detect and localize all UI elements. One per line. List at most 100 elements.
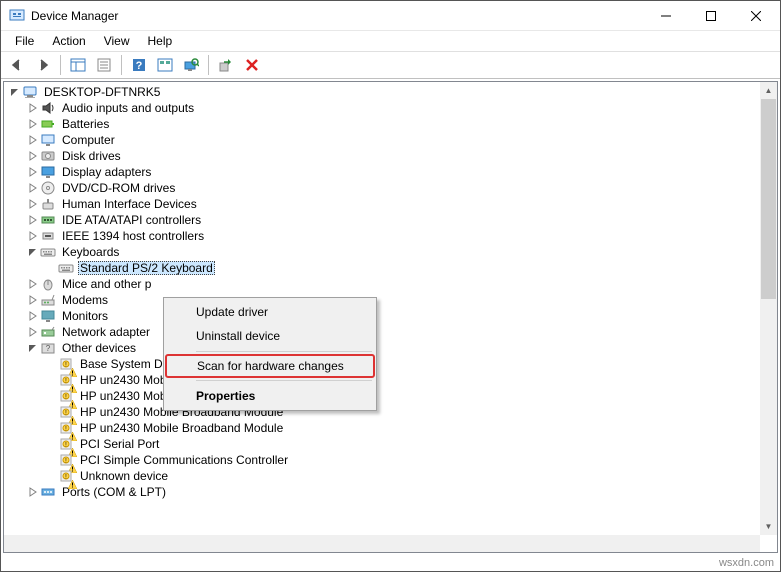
expander-icon[interactable]: [26, 325, 40, 339]
tree-root[interactable]: DESKTOP-DFTNRK5: [4, 84, 760, 100]
expander-icon[interactable]: [26, 245, 40, 259]
tree-node-label[interactable]: DVD/CD-ROM drives: [60, 181, 177, 195]
expander-icon[interactable]: [44, 261, 58, 275]
expander-icon[interactable]: [44, 437, 58, 451]
expander-icon[interactable]: [26, 117, 40, 131]
tree-category[interactable]: Ports (COM & LPT): [4, 484, 760, 500]
help-toolbar-button[interactable]: ?: [127, 53, 151, 77]
tree-node-label[interactable]: DESKTOP-DFTNRK5: [42, 85, 162, 99]
tree-node-label[interactable]: HP un2430 Mobile Broadband Module: [78, 421, 285, 435]
tree-category[interactable]: Audio inputs and outputs: [4, 100, 760, 116]
tree-node-label[interactable]: Network adapter: [60, 325, 152, 339]
expander-icon[interactable]: [26, 277, 40, 291]
minimize-button[interactable]: [643, 1, 688, 30]
expander-icon[interactable]: [26, 149, 40, 163]
tree-category[interactable]: Display adapters: [4, 164, 760, 180]
scroll-down-arrow[interactable]: ▼: [760, 518, 777, 535]
back-button[interactable]: [5, 53, 29, 77]
expander-icon[interactable]: [44, 389, 58, 403]
tree-device[interactable]: !HP un2430 Mobile Broadband Module: [4, 388, 760, 404]
tree-category[interactable]: IDE ATA/ATAPI controllers: [4, 212, 760, 228]
tree-category[interactable]: Disk drives: [4, 148, 760, 164]
tree-node-label[interactable]: Keyboards: [60, 245, 121, 259]
context-update-driver[interactable]: Update driver: [166, 300, 374, 324]
expander-icon[interactable]: [44, 357, 58, 371]
tree-category[interactable]: Batteries: [4, 116, 760, 132]
menu-view[interactable]: View: [96, 32, 138, 50]
expander-icon[interactable]: [26, 165, 40, 179]
expander-icon[interactable]: [26, 229, 40, 243]
tree-node-label[interactable]: PCI Simple Communications Controller: [78, 453, 290, 467]
expander-icon[interactable]: [44, 453, 58, 467]
tree-node-label[interactable]: Display adapters: [60, 165, 153, 179]
scroll-up-arrow[interactable]: ▲: [760, 82, 777, 99]
tree-category[interactable]: Mice and other p: [4, 276, 760, 292]
tree-node-label[interactable]: Monitors: [60, 309, 110, 323]
device-tree[interactable]: DESKTOP-DFTNRK5 Audio inputs and outputs B…: [4, 82, 760, 535]
update-driver-toolbar-button[interactable]: [214, 53, 238, 77]
menu-action[interactable]: Action: [44, 32, 93, 50]
tree-category[interactable]: Network adapter: [4, 324, 760, 340]
expander-icon[interactable]: [26, 341, 40, 355]
expander-icon[interactable]: [26, 133, 40, 147]
tree-category[interactable]: Human Interface Devices: [4, 196, 760, 212]
close-button[interactable]: [733, 1, 778, 30]
vertical-scrollbar[interactable]: ▲ ▼: [760, 82, 777, 535]
context-properties[interactable]: Properties: [166, 384, 374, 408]
maximize-button[interactable]: [688, 1, 733, 30]
tree-device[interactable]: !HP un2430 Mobile Broadband Module: [4, 420, 760, 436]
horizontal-scrollbar[interactable]: [4, 535, 760, 552]
tree-node-label[interactable]: Audio inputs and outputs: [60, 101, 196, 115]
expander-icon[interactable]: [44, 469, 58, 483]
scroll-thumb[interactable]: [761, 99, 776, 299]
tree-device[interactable]: !Base System De: [4, 356, 760, 372]
context-scan-hardware[interactable]: Scan for hardware changes: [165, 354, 375, 378]
tree-category[interactable]: ?Other devices: [4, 340, 760, 356]
expander-icon[interactable]: [44, 421, 58, 435]
tree-device[interactable]: !PCI Serial Port: [4, 436, 760, 452]
tree-device[interactable]: Standard PS/2 Keyboard: [4, 260, 760, 276]
expander-icon[interactable]: [26, 293, 40, 307]
tree-node-label[interactable]: PCI Serial Port: [78, 437, 161, 451]
context-uninstall-device[interactable]: Uninstall device: [166, 324, 374, 348]
uninstall-toolbar-button[interactable]: [240, 53, 264, 77]
expander-icon[interactable]: [26, 101, 40, 115]
list-view-button[interactable]: [153, 53, 177, 77]
tree-node-label[interactable]: Disk drives: [60, 149, 123, 163]
tree-node-label[interactable]: Batteries: [60, 117, 111, 131]
tree-node-label[interactable]: Base System De: [78, 357, 171, 371]
tree-device[interactable]: !HP un2430 Mobile Broadband Module: [4, 372, 760, 388]
tree-category[interactable]: Computer: [4, 132, 760, 148]
tree-node-label[interactable]: Standard PS/2 Keyboard: [78, 261, 215, 275]
tree-node-label[interactable]: Human Interface Devices: [60, 197, 199, 211]
menu-help[interactable]: Help: [140, 32, 181, 50]
tree-node-label[interactable]: Computer: [60, 133, 117, 147]
show-hide-tree-button[interactable]: [66, 53, 90, 77]
expander-icon[interactable]: [26, 181, 40, 195]
tree-category[interactable]: IEEE 1394 host controllers: [4, 228, 760, 244]
tree-node-label[interactable]: Mice and other p: [60, 277, 153, 291]
expander-icon[interactable]: [26, 213, 40, 227]
tree-category[interactable]: DVD/CD-ROM drives: [4, 180, 760, 196]
tree-category[interactable]: Keyboards: [4, 244, 760, 260]
expander-icon[interactable]: [8, 85, 22, 99]
expander-icon[interactable]: [26, 485, 40, 499]
properties-toolbar-button[interactable]: [92, 53, 116, 77]
tree-node-label[interactable]: IEEE 1394 host controllers: [60, 229, 206, 243]
tree-device[interactable]: !HP un2430 Mobile Broadband Module: [4, 404, 760, 420]
menu-file[interactable]: File: [7, 32, 42, 50]
tree-device[interactable]: !Unknown device: [4, 468, 760, 484]
expander-icon[interactable]: [44, 373, 58, 387]
tree-category[interactable]: Modems: [4, 292, 760, 308]
tree-node-label[interactable]: IDE ATA/ATAPI controllers: [60, 213, 203, 227]
tree-node-label[interactable]: Modems: [60, 293, 110, 307]
tree-device[interactable]: !PCI Simple Communications Controller: [4, 452, 760, 468]
tree-node-label[interactable]: Other devices: [60, 341, 138, 355]
tree-category[interactable]: Monitors: [4, 308, 760, 324]
tree-node-label[interactable]: Unknown device: [78, 469, 170, 483]
expander-icon[interactable]: [44, 405, 58, 419]
scan-hardware-button[interactable]: [179, 53, 203, 77]
forward-button[interactable]: [31, 53, 55, 77]
expander-icon[interactable]: [26, 309, 40, 323]
expander-icon[interactable]: [26, 197, 40, 211]
